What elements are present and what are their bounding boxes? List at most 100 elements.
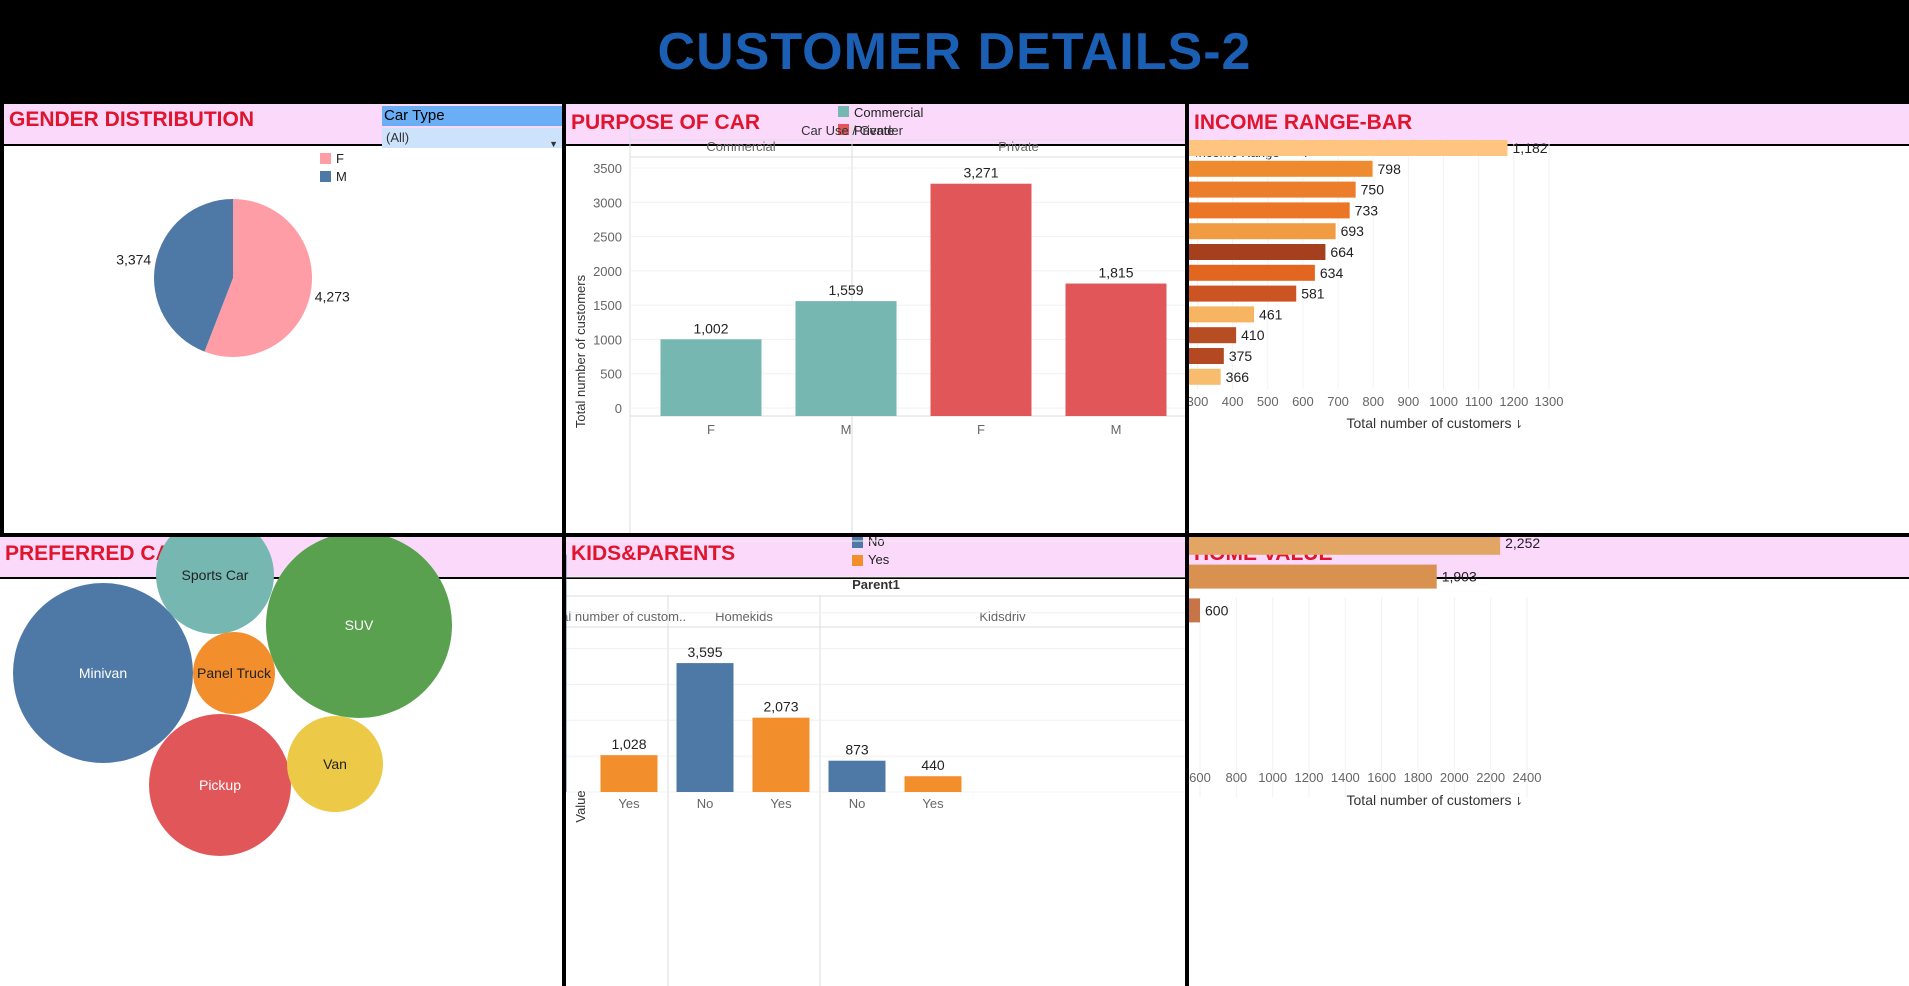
y-tick-label: 0 (615, 401, 622, 416)
bar (1189, 306, 1255, 323)
bar (1189, 244, 1326, 260)
bar (566, 554, 567, 792)
bar-value-label: 410 (1241, 327, 1265, 343)
bar-value-label: 733 (1355, 202, 1379, 218)
bar (1189, 202, 1350, 219)
bar-value-label: 664 (1330, 244, 1354, 260)
bar (930, 183, 1032, 416)
home-bar-chart: Home Value ..⇂02004006008001000120014001… (1189, 537, 1542, 808)
group-label: Kidsdriv (979, 609, 1026, 624)
gender-panel: GENDER DISTRIBUTION Car Type (All) ▼ 4,2… (4, 104, 562, 533)
x-tick-label: 800 (1225, 770, 1247, 785)
x-tick-label: 1800 (1404, 770, 1433, 785)
dashboard-title: CUSTOMER DETAILS-2 (657, 23, 1252, 81)
bar-value-label: 693 (1341, 223, 1365, 239)
bar (1189, 327, 1237, 344)
x-tick-label: Yes (770, 796, 792, 811)
purpose-bar-chart: CommercialPrivateCar Use / GenderCommerc… (573, 105, 1185, 533)
group-label-commercial: Commercial (706, 139, 775, 154)
bar (1189, 285, 1297, 302)
x-tick-label: F (707, 422, 715, 437)
legend-label-no: No (868, 537, 885, 549)
bar (752, 717, 810, 792)
sort-icon: ⇂ (1514, 796, 1523, 808)
car-type-filter-value: (All) (386, 130, 410, 145)
bar (1189, 564, 1437, 589)
x-tick-label: 1100 (1465, 394, 1493, 409)
bar-value-label: 1,002 (693, 320, 728, 336)
kids-bar-chart: NoYesParent1Total number of custom..Home… (566, 537, 1185, 986)
y-tick-label: 2500 (593, 230, 622, 245)
y-axis-label: Total number of customers (573, 274, 588, 428)
bar (904, 776, 962, 792)
gender-pie-chart: 4,273 3,374 FM (116, 151, 350, 357)
bar-value-label: 1,815 (1098, 265, 1133, 281)
x-tick-label: 600 (1189, 770, 1211, 785)
x-tick-label: 1200 (1499, 394, 1528, 409)
sort-icon: ⇂ (1514, 419, 1523, 431)
x-tick-label: M (841, 422, 852, 437)
x-tick-label: 2000 (1440, 770, 1469, 785)
pie-value-label: 3,374 (116, 251, 151, 267)
x-tick-label: 300 (1189, 394, 1208, 409)
legend-swatch-no (852, 537, 863, 548)
bar (1189, 537, 1501, 555)
x-tick-label: 600 (1292, 394, 1314, 409)
bar (1189, 223, 1336, 240)
legend-label-m: M (336, 169, 347, 184)
bar (1189, 160, 1373, 177)
bubble-label: Pickup (199, 777, 241, 793)
bar-value-label: 440 (921, 757, 945, 773)
bar (1189, 140, 1508, 156)
bar-value-label: 1,903 (1442, 569, 1477, 585)
bar-value-label: 581 (1301, 286, 1325, 302)
bubble-label: Sports Car (182, 567, 249, 583)
bar (795, 301, 897, 416)
x-tick-label: 1400 (1331, 770, 1360, 785)
legend-swatch-m (320, 171, 331, 182)
bar (1189, 368, 1221, 385)
bar (1189, 598, 1200, 623)
bar-value-label: 2,252 (1505, 537, 1540, 551)
x-tick-label: 2200 (1476, 770, 1505, 785)
pie-value-label: 4,273 (315, 289, 350, 305)
legend-label-yes: Yes (868, 552, 890, 567)
bar (1189, 348, 1224, 364)
bar (1189, 181, 1356, 198)
bubble-label: SUV (345, 617, 374, 633)
bar-value-label: 366 (1226, 369, 1250, 385)
y-tick-label: 1500 (593, 298, 622, 313)
income-bar-chart: Income Range⇂010020030040050060070080090… (1189, 139, 1563, 431)
kids-panel: KIDS&PARENTS NoYesParent1Total number of… (566, 537, 1185, 986)
bubble-label: Minivan (79, 665, 127, 681)
x-tick-label: No (849, 796, 866, 811)
legend-label-commercial: Commercial (854, 105, 923, 120)
x-tick-label: M (1111, 422, 1122, 437)
x-tick-label: 400 (1222, 394, 1244, 409)
bar-value-label: 750 (1361, 182, 1385, 198)
x-axis-label: Total number of customers (1347, 415, 1512, 431)
bar-value-label: 1,028 (611, 736, 646, 752)
home-panel: HOME VALUE Home Value ..⇂020040060080010… (1189, 537, 1909, 986)
bar-value-label: 600 (1205, 602, 1229, 618)
x-tick-label: Yes (922, 796, 944, 811)
bar-value-label: 3,271 (963, 165, 998, 181)
x-tick-label: 1000 (1258, 770, 1287, 785)
legend-label-f: F (336, 151, 344, 166)
bar (828, 760, 886, 792)
bar-value-label: 634 (1320, 265, 1344, 281)
group-label-private: Private (998, 139, 1038, 154)
purpose-panel: PURPOSE OF CAR Commercial Private Car Use … (566, 104, 1185, 533)
bar (660, 339, 762, 416)
legend-swatch-commercial (838, 106, 849, 117)
group-label: Homekids (715, 609, 773, 624)
bar-value-label: 873 (845, 742, 869, 758)
y-tick-label: 500 (600, 367, 622, 382)
car-type-filter-select[interactable]: (All) ▼ (382, 128, 562, 149)
title-bar: CUSTOMER DETAILS-2 (0, 0, 1909, 104)
x-tick-label: 1200 (1295, 770, 1324, 785)
x-tick-label: 2400 (1513, 770, 1542, 785)
bubble-label: Panel Truck (197, 665, 272, 681)
legend-swatch-f (320, 153, 331, 164)
gender-title: GENDER DISTRIBUTION (9, 108, 255, 131)
